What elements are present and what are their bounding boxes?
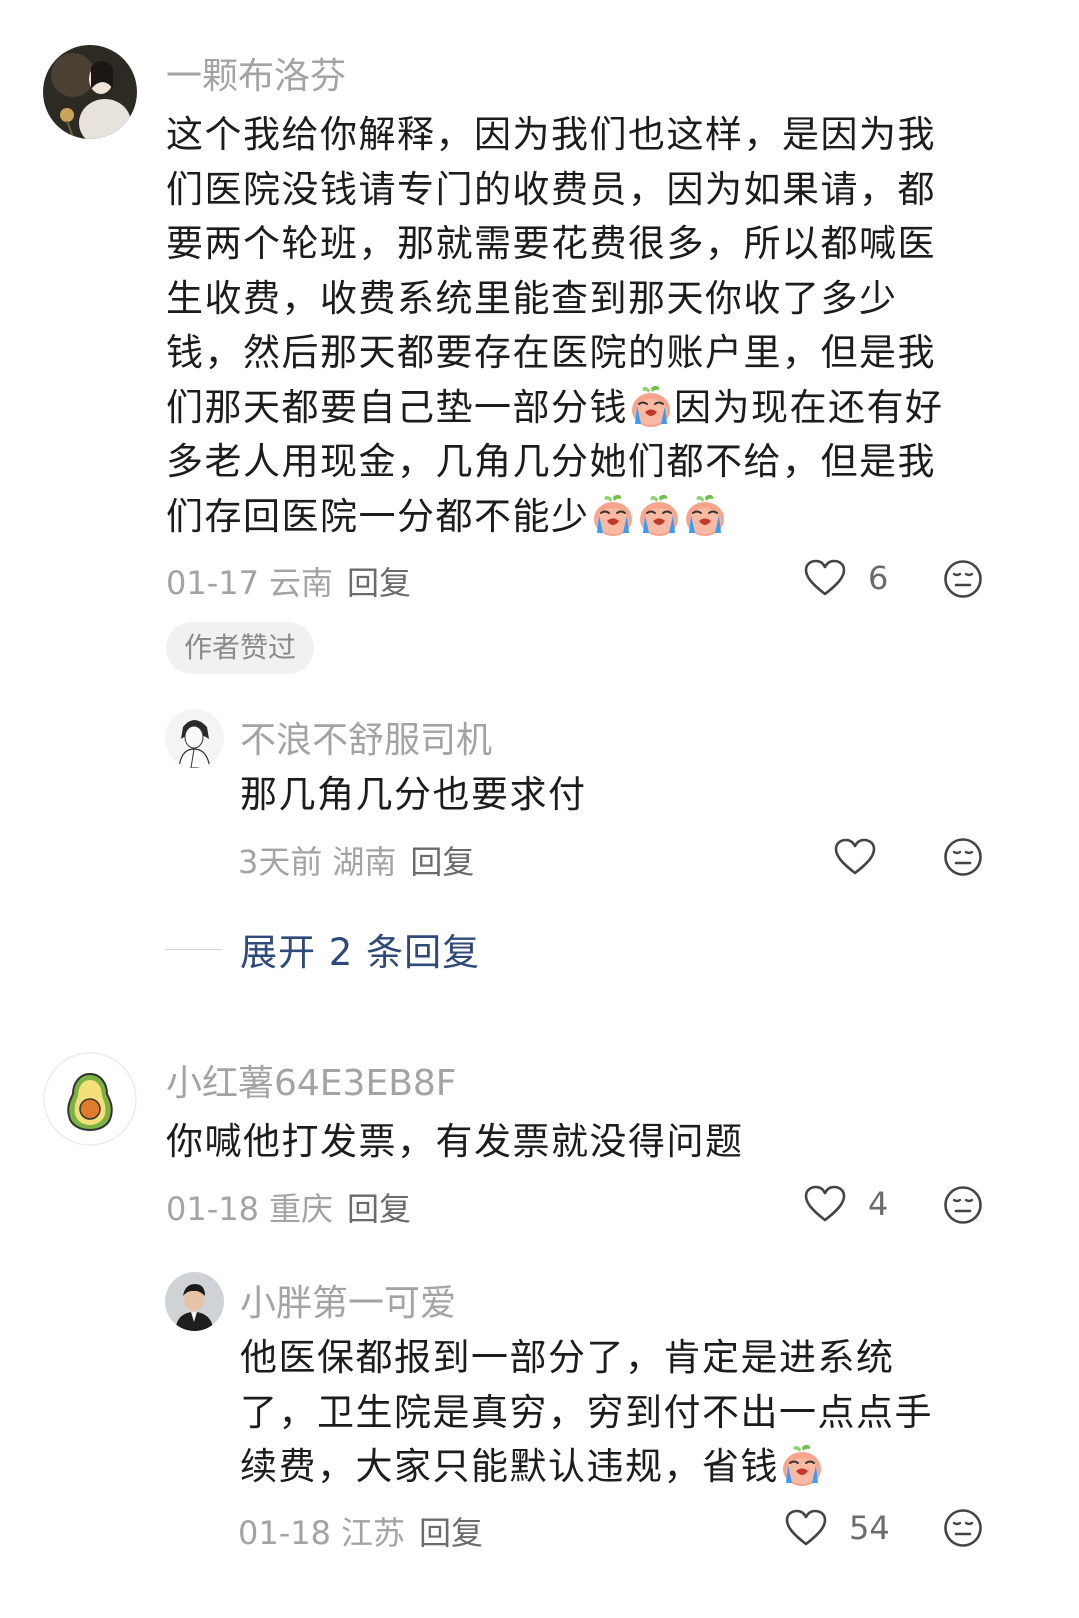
expand-replies-button[interactable]: 展开 2 条回复 [165,922,480,976]
comment-location: 重庆 [268,1190,333,1228]
avatar-image [43,1052,137,1146]
comment-date: 01-17 [166,564,259,602]
avatar[interactable] [43,45,137,139]
like-button[interactable] [834,838,876,876]
comment-meta: 01-17 云南 回复 [166,558,411,604]
comment-body: 这个我给你解释，因为我们也这样，是因为我 们医院没钱请专门的收费员，因为如果请，… [166,108,996,544]
avatar-image [43,45,137,139]
comment-date: 01-18 [166,1190,259,1228]
reply-body-line: 他医保都报到一部分了，肯定是进系统 [240,1336,895,1379]
crying-emoji-icon [591,493,635,537]
reply-button[interactable]: 回复 [410,843,474,881]
reply-date: 3天前 [238,843,323,881]
like-count: 54 [849,1509,890,1547]
author-liked-badge: 作者赞过 [166,622,315,674]
reply-body: 他医保都报到一部分了，肯定是进系统 了，卫生院是真穷，穷到付不出一点点手 续费，… [240,1331,990,1495]
reply-location: 湖南 [332,843,397,881]
comment-body-segment: 们那天都要自己垫一部分钱 [166,385,628,429]
comment-location: 云南 [268,564,333,602]
heart-icon [804,559,846,597]
reply-location: 江苏 [340,1514,405,1552]
comment-username[interactable]: 小红薯64E3EB8F [166,1054,457,1106]
reply-body-line: 续费，大家只能默认违规，省钱 [240,1440,990,1495]
reply-username[interactable]: 小胖第一可爱 [240,1274,456,1326]
comment-body: 你喊他打发票，有发票就没得问题 [166,1120,744,1163]
comment-body-line: 钱，然后那天都要存在医院的账户里，但是我 [166,331,936,374]
reply-username[interactable]: 不浪不舒服司机 [240,711,492,763]
reply-meta: 01-18 江苏 回复 [238,1508,483,1554]
heart-icon [804,1185,846,1223]
comment-list: 一颗布洛芬 这个我给你解释，因为我们也这样，是因为我 们医院没钱请专门的收费员，… [0,0,1079,1618]
avatar-image [165,709,224,768]
avatar[interactable] [43,1052,137,1146]
comment-body-segment: 因为现在还有好 [674,385,944,429]
avatar[interactable] [165,1272,224,1331]
avatar[interactable] [165,709,224,768]
comment-body-line: 多老人用现金，几角几分她们都不给，但是我 [166,440,936,483]
heart-icon [785,1509,827,1547]
reply-body-line: 了，卫生院是真穷，穷到付不出一点点手 [240,1390,933,1434]
like-button[interactable]: 4 [804,1185,888,1223]
crying-emoji-icon [683,493,727,537]
reply-button[interactable]: 回复 [347,564,411,602]
reply-body: 那几角几分也要求付 [240,773,587,816]
comment-body-line: 们医院没钱请专门的收费员，因为如果请，都 [166,167,936,211]
comment-username[interactable]: 一颗布洛芬 [166,47,346,99]
crying-emoji-icon [780,1443,824,1487]
crying-emoji-icon [637,493,681,537]
dislike-face-icon[interactable] [943,559,983,599]
comment-body-line: 这个我给你解释，因为我们也这样，是因为我 [166,113,936,156]
avatar-image [165,1272,224,1331]
comment-body-line: 要两个轮班，那就需要花费很多，所以都喊医 [166,222,936,265]
reply-meta: 3天前 湖南 回复 [238,837,474,883]
reply-body-segment: 续费，大家只能默认违规，省钱 [240,1445,779,1488]
like-button[interactable]: 54 [785,1509,890,1547]
comment-body-line: 生收费，收费系统里能查到那天你收了多少 [166,276,898,320]
crying-emoji-icon [629,384,673,428]
divider-line [165,948,222,950]
heart-icon [834,838,876,876]
comment-meta: 01-18 重庆 回复 [166,1184,411,1230]
like-count: 4 [868,1185,889,1223]
comment-body-segment: 们存回医院一分都不能少 [166,494,590,538]
reply-button[interactable]: 回复 [419,1514,483,1552]
like-button[interactable]: 6 [804,559,888,597]
comment-body-line: 们存回医院一分都不能少 [166,490,996,545]
dislike-face-icon[interactable] [943,1508,983,1548]
dislike-face-icon[interactable] [943,1185,983,1225]
dislike-face-icon[interactable] [943,837,983,877]
expand-replies-label: 展开 2 条回复 [240,931,481,974]
like-count: 6 [868,559,889,597]
comment-body-line: 们那天都要自己垫一部分钱 因为现在还有好 [166,381,996,436]
reply-button[interactable]: 回复 [347,1190,411,1228]
reply-date: 01-18 [238,1514,331,1552]
